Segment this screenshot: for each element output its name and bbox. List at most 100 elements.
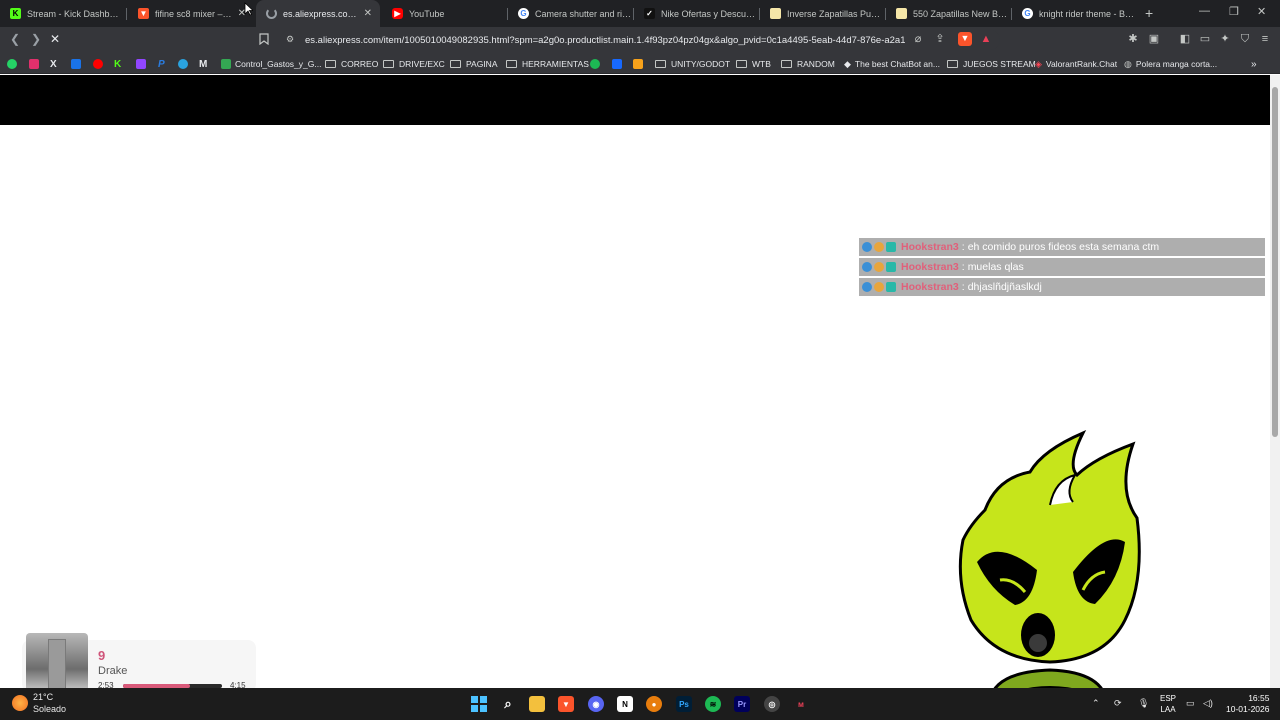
tab-knightrider[interactable]: G knight rider theme - Busca	[1012, 0, 1136, 27]
tab-kick[interactable]: K Stream - Kick Dashboard	[0, 0, 123, 27]
spotify-icon[interactable]: ≋	[705, 696, 721, 712]
new-tab-icon[interactable]: +	[1145, 5, 1153, 21]
close-window-icon[interactable]: ✕	[1257, 5, 1266, 18]
system-clock[interactable]: 16:55 10-01-2026	[1226, 693, 1269, 715]
minimize-icon[interactable]: —	[1199, 5, 1210, 17]
bookmark-icon[interactable]	[258, 33, 270, 46]
sidebar-icon[interactable]: ◧	[1179, 33, 1191, 45]
bookmark-x[interactable]: X	[50, 57, 57, 71]
file-explorer-icon[interactable]	[529, 696, 545, 712]
brave-shields-icon[interactable]: ▼	[958, 32, 972, 46]
obs-icon[interactable]: ◎	[764, 696, 780, 712]
google-icon: G	[518, 8, 529, 19]
chat-username: Hookstran3	[901, 241, 959, 253]
bookmark-whatsapp[interactable]	[7, 57, 21, 71]
bookmark-kick[interactable]: K	[114, 57, 121, 71]
weather-sun-icon[interactable]	[12, 695, 28, 711]
page-scrollbar[interactable]	[1270, 75, 1280, 688]
song-artist: Drake	[98, 665, 128, 677]
restore-icon[interactable]: ❐	[1229, 5, 1239, 18]
close-tab-icon[interactable]: ✕	[364, 8, 372, 19]
vpn-icon[interactable]: ⛉	[1239, 33, 1251, 45]
tray-overflow-icon[interactable]: ⌃	[1092, 698, 1100, 709]
tab-fifine[interactable]: ▼ fifine sc8 mixer – Com ✕	[128, 0, 254, 27]
page-header-band	[0, 75, 1270, 125]
leo-ai-icon[interactable]: ✦	[1219, 33, 1231, 45]
bookmark-valorant[interactable]: ◈ ValorantRank.Chat	[1035, 57, 1117, 71]
bookmark-herramientas[interactable]: HERRAMIENTAS	[506, 57, 589, 71]
notion-icon[interactable]: N	[617, 696, 633, 712]
forward-icon[interactable]: ❯	[31, 32, 41, 46]
wallet-icon[interactable]: ▭	[1199, 33, 1211, 45]
stop-loading-icon[interactable]: ✕	[50, 32, 60, 46]
bookmark-behance[interactable]	[612, 57, 626, 71]
bookmark-pagina[interactable]: PAGINA	[450, 57, 498, 71]
diamond-icon: ◆	[844, 58, 851, 69]
bookmark-paypal[interactable]: P	[158, 57, 165, 71]
volume-icon[interactable]: ◁)	[1203, 698, 1213, 709]
chat-username: Hookstran3	[901, 281, 959, 293]
more-bookmarks-icon[interactable]: »	[1251, 57, 1257, 71]
bookmark-correo[interactable]: CORREO	[325, 57, 378, 71]
windows-start-icon[interactable]	[471, 696, 487, 712]
discord-icon[interactable]: ◉	[588, 696, 604, 712]
search-icon[interactable]: ⌕	[500, 696, 516, 712]
folder-icon	[781, 60, 792, 68]
tab-newbalance[interactable]: 550 Zapatillas New Balanc	[886, 0, 1010, 27]
bookmark-drive-exc[interactable]: DRIVE/EXC	[383, 57, 445, 71]
bookmark-blue[interactable]	[71, 57, 85, 71]
folder-icon	[736, 60, 747, 68]
photoshop-icon[interactable]: Ps	[676, 696, 692, 712]
back-icon[interactable]: ❮	[10, 32, 20, 46]
streamer-app-icon[interactable]: ᴍ	[793, 696, 809, 712]
blender-icon[interactable]: ●	[646, 696, 662, 712]
youtube-icon: ▶	[392, 8, 403, 19]
microphone-icon[interactable]: 🎙	[1138, 698, 1149, 709]
streamer-mascot-avatar	[958, 430, 1141, 720]
album-cover	[26, 633, 88, 693]
bookmark-polera[interactable]: ◍ Polera manga corta...	[1124, 57, 1217, 71]
tab-nike[interactable]: ✓ Nike Ofertas y Descuentos	[634, 0, 758, 27]
bookmark-bag[interactable]	[633, 57, 647, 71]
tab-puma[interactable]: Inverse Zapatillas Puma Ur	[760, 0, 884, 27]
chat-separator: :	[961, 261, 965, 273]
site-info-icon[interactable]: ⚙	[286, 34, 294, 45]
extensions-icon[interactable]: ✱	[1127, 33, 1139, 45]
brave-icon[interactable]: ▼	[558, 696, 574, 712]
share-icon[interactable]: ⇪	[934, 33, 946, 45]
scrollbar-thumb[interactable]	[1272, 87, 1278, 437]
weather-temp: 21°C	[33, 692, 54, 702]
chat-text: dhjaslñdjñaslkdj	[967, 281, 1042, 293]
no-cast-icon[interactable]: ⌀	[912, 33, 924, 45]
tab-aliexpress[interactable]: es.aliexpress.com/item ✕	[256, 0, 380, 27]
input-language[interactable]: ESP LAA	[1160, 693, 1176, 715]
folder-blue-icon	[71, 59, 81, 69]
menu-icon[interactable]: ≡	[1259, 33, 1271, 45]
bookmark-juegos-stream[interactable]: JUEGOS STREAM	[947, 57, 1036, 71]
bookmark-gmail[interactable]: M	[199, 57, 207, 71]
bookmark-control-gastos[interactable]: Control_Gastos_y_G...	[221, 57, 321, 71]
song-title: 9	[98, 648, 106, 663]
bookmark-unity-godot[interactable]: UNITY/GODOT	[655, 57, 730, 71]
badge-icon	[886, 262, 896, 272]
folder-icon	[383, 60, 394, 68]
tray-app-icon[interactable]: ⟳	[1114, 698, 1122, 709]
tab-search-icon[interactable]: ▣	[1148, 33, 1160, 45]
bookmark-twitch[interactable]	[136, 57, 150, 71]
chat-separator: :	[961, 281, 965, 293]
bookmark-wtb[interactable]: WTB	[736, 57, 771, 71]
bookmark-random[interactable]: RANDOM	[781, 57, 835, 71]
tab-camera[interactable]: G Camera shutter and riser	[508, 0, 632, 27]
bookmark-instagram[interactable]	[29, 57, 43, 71]
brave-icon: ▼	[138, 8, 149, 19]
bookmark-telegram[interactable]	[178, 57, 192, 71]
premiere-icon[interactable]: Pr	[734, 696, 750, 712]
tab-youtube[interactable]: ▶ YouTube	[382, 0, 506, 27]
address-bar[interactable]: ⚙ es.aliexpress.com/item/100501004908293…	[280, 30, 1000, 50]
bookmark-youtube[interactable]	[93, 57, 107, 71]
bookmark-chatbot[interactable]: ◆ The best ChatBot an...	[844, 57, 940, 71]
bookmark-spotify[interactable]	[590, 57, 604, 71]
network-icon[interactable]: ▭	[1186, 698, 1195, 709]
brave-rewards-icon[interactable]: ▲	[980, 33, 992, 45]
kick-icon: K	[114, 58, 122, 70]
